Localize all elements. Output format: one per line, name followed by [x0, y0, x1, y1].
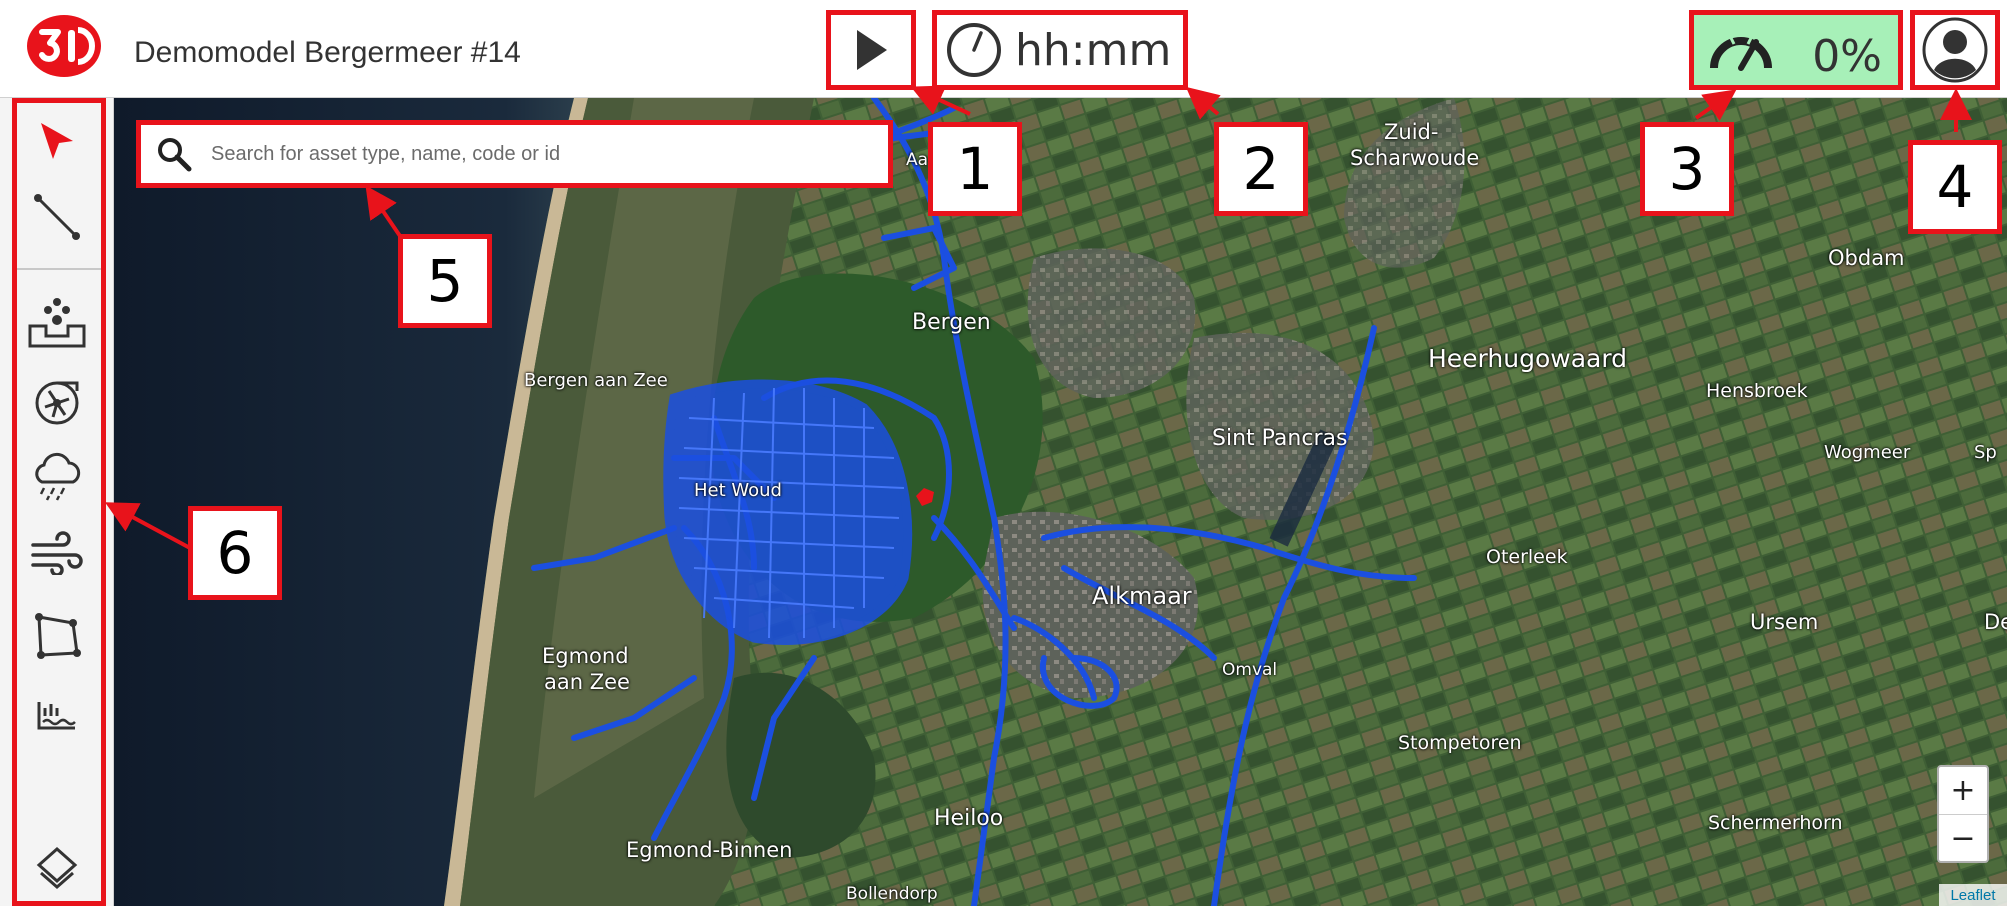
speedometer-icon [1710, 35, 1772, 71]
select-tool-button[interactable] [22, 110, 92, 172]
place-label: Heiloo [934, 806, 1004, 831]
leaflet-attribution-link[interactable]: Leaflet [1939, 884, 2007, 906]
place-label: Stompetoren [1398, 732, 1522, 754]
search-icon [158, 138, 192, 172]
place-label: Hensbroek [1706, 380, 1808, 402]
place-label: Alkmaar [1092, 582, 1192, 610]
callout-3: 3 [1640, 122, 1734, 216]
place-label: Scharwoude [1350, 146, 1480, 170]
callout-1: 1 [928, 122, 1022, 216]
breach-tool-button[interactable] [22, 292, 92, 354]
rain-cloud-icon [35, 452, 81, 501]
cursor-arrow-icon [41, 123, 73, 159]
place-label: Obdam [1828, 246, 1905, 270]
asset-search-box[interactable] [136, 120, 893, 188]
water-network-overlay [531, 98, 1417, 906]
wind-icon [31, 531, 83, 575]
line-icon [34, 194, 80, 240]
simulation-time-field[interactable]: hh:mm [932, 10, 1188, 90]
place-label: Egmond-Binnen [626, 838, 793, 862]
place-label: Bergen aan Zee [524, 370, 668, 391]
3di-logo-icon[interactable] [26, 14, 102, 78]
polygon-tool-button[interactable] [22, 604, 92, 666]
polygon-icon [35, 613, 81, 659]
pump-tool-button[interactable] [22, 372, 92, 434]
callout-4: 4 [1908, 140, 2002, 234]
place-label: Wogmeer [1824, 442, 1911, 463]
water-level-tool-button[interactable] [22, 684, 92, 746]
place-label: Schermerhorn [1708, 812, 1843, 834]
callout-2: 2 [1214, 122, 1308, 216]
place-label: Het Woud [694, 480, 782, 501]
zoom-in-button[interactable]: + [1939, 767, 1987, 814]
top-bar: Demomodel Bergermeer #14 hh:mm 0% [0, 0, 2007, 98]
place-label: Bergen [912, 310, 991, 335]
user-avatar-icon [1922, 17, 1988, 83]
place-label: Ursem [1750, 610, 1819, 634]
place-label: Heerhugowaard [1428, 344, 1628, 373]
place-label: aan Zee [544, 670, 630, 694]
line-tool-button[interactable] [22, 186, 92, 248]
user-menu-button[interactable] [1910, 10, 2000, 90]
sidebar-divider [16, 268, 102, 270]
callout-5: 5 [398, 234, 492, 328]
app-title: Demomodel Bergermeer #14 [134, 36, 521, 69]
layers-tool-button[interactable] [22, 838, 92, 900]
place-label: Sint Pancras [1212, 426, 1348, 451]
search-input[interactable] [211, 142, 851, 166]
pump-icon [35, 381, 79, 425]
layers-icon [36, 846, 78, 889]
zoom-out-button[interactable]: − [1939, 814, 1987, 861]
simulation-speed-indicator[interactable]: 0% [1689, 10, 1903, 90]
place-label: Bollendorp [846, 884, 938, 904]
place-label: Sp [1974, 442, 1997, 463]
callout-6: 6 [188, 506, 282, 600]
water-level-icon [37, 702, 76, 730]
clock-icon [947, 23, 1001, 77]
place-label: Oterleek [1486, 546, 1568, 568]
time-readout: hh:mm [1015, 24, 1172, 76]
speed-value: 0% [1812, 31, 1882, 82]
place-label: De [1984, 610, 2007, 634]
rain-tool-button[interactable] [22, 446, 92, 508]
map-view[interactable]: Zuid- Scharwoude Obdam Bergen Heerhugowa… [114, 98, 2007, 906]
play-button[interactable] [826, 10, 916, 90]
wind-tool-button[interactable] [22, 522, 92, 584]
zoom-control: + − [1937, 765, 1989, 863]
place-label: Egmond [542, 644, 629, 668]
fountain-icon [28, 298, 86, 348]
place-label: Omval [1222, 660, 1278, 680]
play-icon [857, 30, 887, 70]
place-label: Zuid- [1384, 120, 1439, 144]
